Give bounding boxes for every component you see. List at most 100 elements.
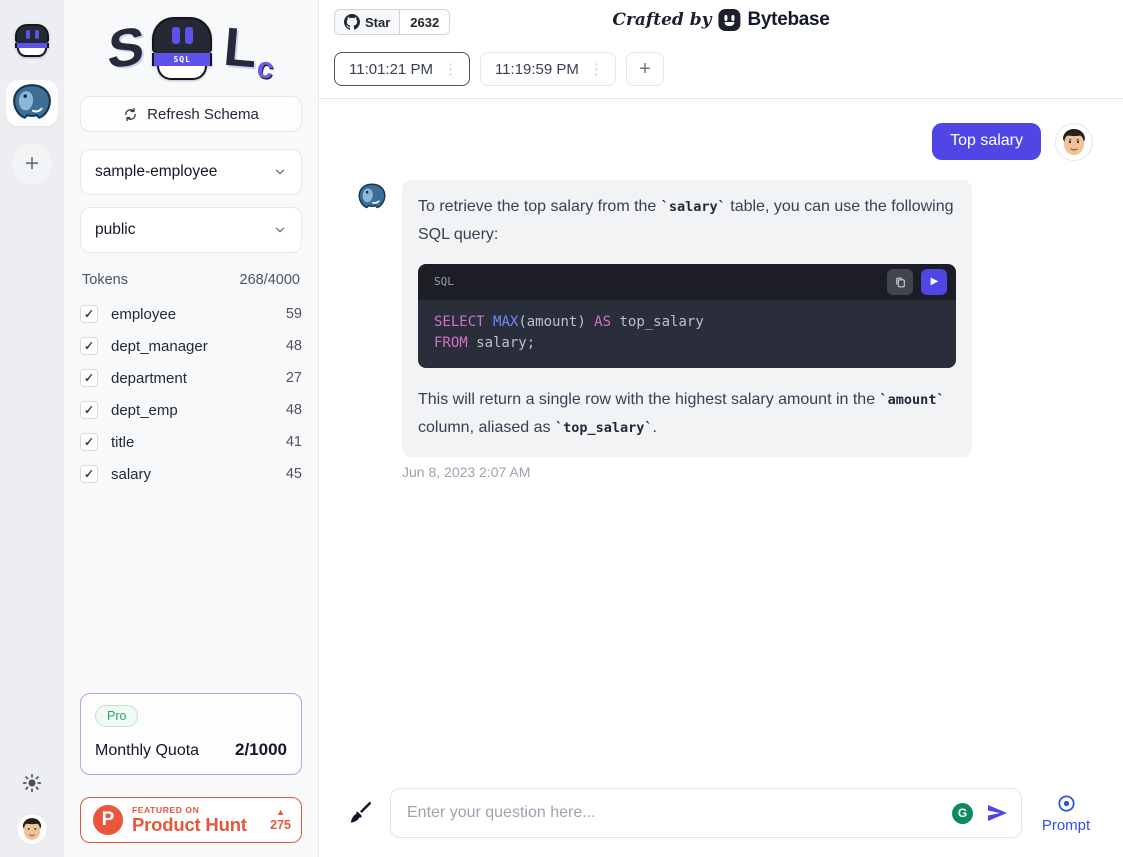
- assistant-paragraph: To retrieve the top salary from the `sal…: [418, 193, 956, 249]
- code-line: FROM salary;: [434, 333, 940, 354]
- copy-code-button[interactable]: [887, 269, 913, 295]
- table-name: title: [111, 434, 286, 451]
- logo-robot-q: SQL: [152, 17, 212, 80]
- refresh-schema-label: Refresh Schema: [147, 106, 259, 123]
- main-panel: Star 2632 Crafted by Bytebase 11:01:21 P…: [319, 0, 1123, 857]
- sql-keyword: SELECT: [434, 314, 485, 330]
- user-message-row: Top salary: [357, 123, 1093, 161]
- database-select-value: sample-employee: [95, 163, 217, 181]
- quota-value: 2/1000: [235, 740, 287, 760]
- chevron-down-icon: [273, 165, 287, 179]
- user-profile-avatar[interactable]: [16, 813, 48, 845]
- user-avatar: [1055, 123, 1093, 161]
- schema-select-value: public: [95, 221, 136, 239]
- run-query-button[interactable]: ▶: [921, 269, 947, 295]
- table-token-count: 48: [286, 338, 302, 354]
- table-name: dept_emp: [111, 402, 286, 419]
- conversation-tile-postgres[interactable]: [6, 80, 58, 126]
- plus-icon: +: [25, 150, 39, 178]
- code-language-label: SQL: [434, 268, 887, 296]
- table-row-employee[interactable]: ✓ employee 59: [80, 303, 302, 325]
- check-icon: ✓: [84, 340, 94, 352]
- bytebase-logo-icon: [718, 9, 740, 31]
- chevron-down-icon: [273, 223, 287, 237]
- logo-letter-s: S: [107, 19, 145, 77]
- table-token-count: 48: [286, 402, 302, 418]
- table-row-dept-manager[interactable]: ✓ dept_manager 48: [80, 335, 302, 357]
- crafted-by-brand[interactable]: Crafted by Bytebase: [612, 9, 829, 31]
- sqlchat-app: + S: [0, 0, 1123, 857]
- composer-bar: G Prompt: [319, 785, 1123, 857]
- table-row-title[interactable]: ✓ title 41: [80, 431, 302, 453]
- question-input-wrapper: G: [390, 788, 1022, 838]
- main-header: Star 2632 Crafted by Bytebase: [319, 0, 1123, 47]
- product-hunt-name: Product Hunt: [132, 816, 266, 835]
- table-row-department[interactable]: ✓ department 27: [80, 367, 302, 389]
- assistant-avatar: [357, 182, 387, 212]
- tab-conversation-inactive[interactable]: 11:19:59 PM ⋮: [480, 52, 616, 86]
- tab-menu-icon[interactable]: ⋮: [587, 62, 606, 77]
- message-text: To retrieve the top salary from the: [418, 198, 661, 215]
- table-row-dept-emp[interactable]: ✓ dept_emp 48: [80, 399, 302, 421]
- table-list: ✓ employee 59 ✓ dept_manager 48 ✓ depart…: [80, 293, 302, 485]
- sun-icon: [22, 773, 42, 793]
- conversation-rail: +: [0, 0, 64, 857]
- clipboard-icon: [894, 276, 907, 289]
- prompt-button[interactable]: Prompt: [1037, 793, 1095, 834]
- logo-band-label: SQL: [173, 55, 190, 64]
- add-tab-button[interactable]: +: [626, 52, 664, 86]
- table-checkbox[interactable]: ✓: [80, 465, 98, 483]
- table-token-count: 59: [286, 306, 302, 322]
- code-block-body: SELECT MAX(amount) AS top_salary FROM sa…: [418, 300, 956, 368]
- send-icon: [985, 801, 1009, 825]
- product-hunt-badge[interactable]: P FEATURED ON Product Hunt ▲ 275: [80, 797, 302, 843]
- table-checkbox[interactable]: ✓: [80, 401, 98, 419]
- table-token-count: 41: [286, 434, 302, 450]
- question-input[interactable]: [407, 804, 952, 822]
- table-checkbox[interactable]: ✓: [80, 337, 98, 355]
- plus-icon: +: [639, 58, 651, 81]
- table-checkbox[interactable]: ✓: [80, 433, 98, 451]
- star-label: Star: [365, 15, 390, 30]
- conversation-tab-bar: 11:01:21 PM ⋮ 11:19:59 PM ⋮ +: [319, 47, 1123, 99]
- new-conversation-button[interactable]: +: [12, 144, 52, 184]
- schema-select[interactable]: public: [80, 207, 302, 253]
- sql-keyword: FROM: [434, 335, 468, 351]
- table-token-count: 27: [286, 370, 302, 386]
- play-icon: ▶: [931, 277, 939, 287]
- quota-card: Pro Monthly Quota 2/1000: [80, 693, 302, 775]
- tokens-value: 268/4000: [240, 272, 300, 288]
- logo-letter-l: L: [222, 20, 260, 77]
- refresh-schema-button[interactable]: Refresh Schema: [80, 96, 302, 132]
- message-text: This will return a single row with the h…: [418, 391, 880, 408]
- github-icon: [344, 14, 360, 30]
- tab-menu-icon[interactable]: ⋮: [441, 62, 460, 77]
- sql-code-block: SQL ▶: [418, 264, 956, 368]
- table-name: salary: [111, 466, 286, 483]
- upvote-icon: ▲: [276, 808, 285, 817]
- check-icon: ✓: [84, 308, 94, 320]
- table-name: department: [111, 370, 286, 387]
- sqlchat-logo: S SQL L c: [80, 6, 302, 90]
- grammarly-icon[interactable]: G: [952, 803, 973, 824]
- github-star-button[interactable]: Star 2632: [334, 9, 450, 35]
- tokens-summary: Tokens 268/4000: [80, 272, 302, 288]
- send-button[interactable]: [985, 801, 1009, 825]
- table-name: employee: [111, 306, 286, 323]
- sqlchat-bot-avatar[interactable]: [15, 24, 49, 57]
- check-icon: ✓: [84, 372, 94, 384]
- user-face-icon: [1056, 124, 1092, 160]
- postgresql-icon: [11, 82, 53, 124]
- tab-label: 11:01:21 PM: [349, 61, 433, 78]
- clear-conversation-button[interactable]: [345, 798, 375, 828]
- tab-conversation-active[interactable]: 11:01:21 PM ⋮: [334, 52, 470, 86]
- database-select[interactable]: sample-employee: [80, 149, 302, 195]
- table-checkbox[interactable]: ✓: [80, 369, 98, 387]
- schema-sidebar: S SQL L c Refresh Schema sample-employee…: [64, 0, 319, 857]
- bot-chin: [17, 48, 47, 57]
- theme-toggle-button[interactable]: [20, 771, 44, 795]
- table-row-salary[interactable]: ✓ salary 45: [80, 463, 302, 485]
- featured-on-label: FEATURED ON: [132, 806, 266, 815]
- assistant-message-row: To retrieve the top salary from the `sal…: [357, 180, 1093, 480]
- table-checkbox[interactable]: ✓: [80, 305, 98, 323]
